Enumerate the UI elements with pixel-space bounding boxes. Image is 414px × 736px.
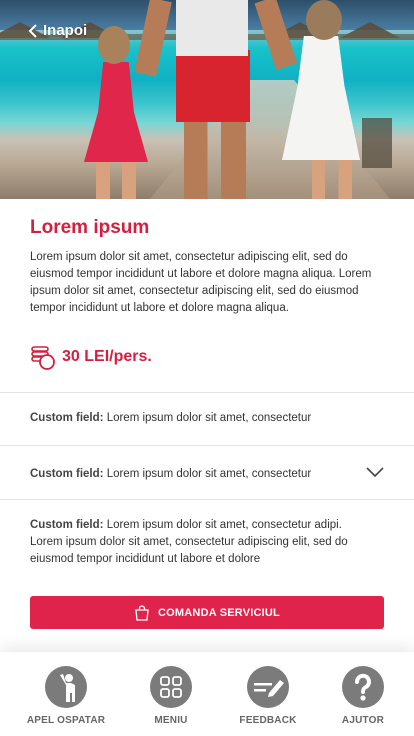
waiter-icon — [45, 666, 87, 708]
nav-label: FEEDBACK — [239, 715, 297, 726]
custom-field-2-expandable[interactable]: Custom field: Lorem ipsum dolor sit amet… — [30, 466, 360, 483]
price-value: 30 LEI/pers. — [62, 348, 152, 365]
order-service-button[interactable]: COMANDA SERVICIUL — [30, 596, 384, 629]
feedback-pen-icon — [247, 666, 289, 708]
chevron-down-icon[interactable] — [366, 466, 384, 478]
back-label: Inapoi — [43, 22, 88, 39]
service-price: 30 LEI/pers. — [30, 344, 152, 370]
service-description: Lorem ipsum dolor sit amet, consectetur … — [30, 251, 372, 314]
coins-icon — [31, 346, 55, 370]
nav-item-help[interactable]: AJUTOR — [318, 666, 408, 726]
bottom-navigation: APEL OSPATAR MENIU FEEDBACK AJUTOR — [0, 652, 414, 736]
nav-item-call-waiter[interactable]: APEL OSPATAR — [21, 666, 111, 726]
chevron-left-icon — [28, 23, 37, 38]
nav-item-feedback[interactable]: FEEDBACK — [223, 666, 313, 726]
custom-field-value: Lorem ipsum dolor sit amet, consectetur — [106, 412, 312, 424]
order-service-label: COMANDA SERVICIUL — [158, 606, 280, 619]
nav-label: AJUTOR — [341, 715, 385, 726]
service-details: Lorem ipsum Lorem ipsum dolor sit amet, … — [30, 217, 384, 317]
custom-field-value: Lorem ipsum dolor sit amet, consectetur — [106, 468, 312, 480]
custom-field-1: Custom field: Lorem ipsum dolor sit amet… — [30, 410, 360, 427]
back-button[interactable]: Inapoi — [28, 22, 87, 39]
service-title: Lorem ipsum — [30, 217, 150, 238]
custom-field-label: Custom field: — [30, 468, 104, 480]
nav-label: APEL OSPATAR — [26, 715, 106, 726]
custom-field-3: Custom field: Lorem ipsum dolor sit amet… — [30, 517, 360, 568]
divider — [0, 499, 414, 500]
divider — [0, 392, 414, 393]
custom-field-label: Custom field: — [30, 412, 104, 424]
question-icon — [342, 666, 384, 708]
nav-item-menu[interactable]: MENIU — [126, 666, 216, 726]
nav-label: MENIU — [154, 715, 188, 726]
custom-field-label: Custom field: — [30, 519, 104, 531]
shopping-bag-icon — [135, 604, 149, 621]
divider — [0, 445, 414, 446]
grid-menu-icon — [150, 666, 192, 708]
